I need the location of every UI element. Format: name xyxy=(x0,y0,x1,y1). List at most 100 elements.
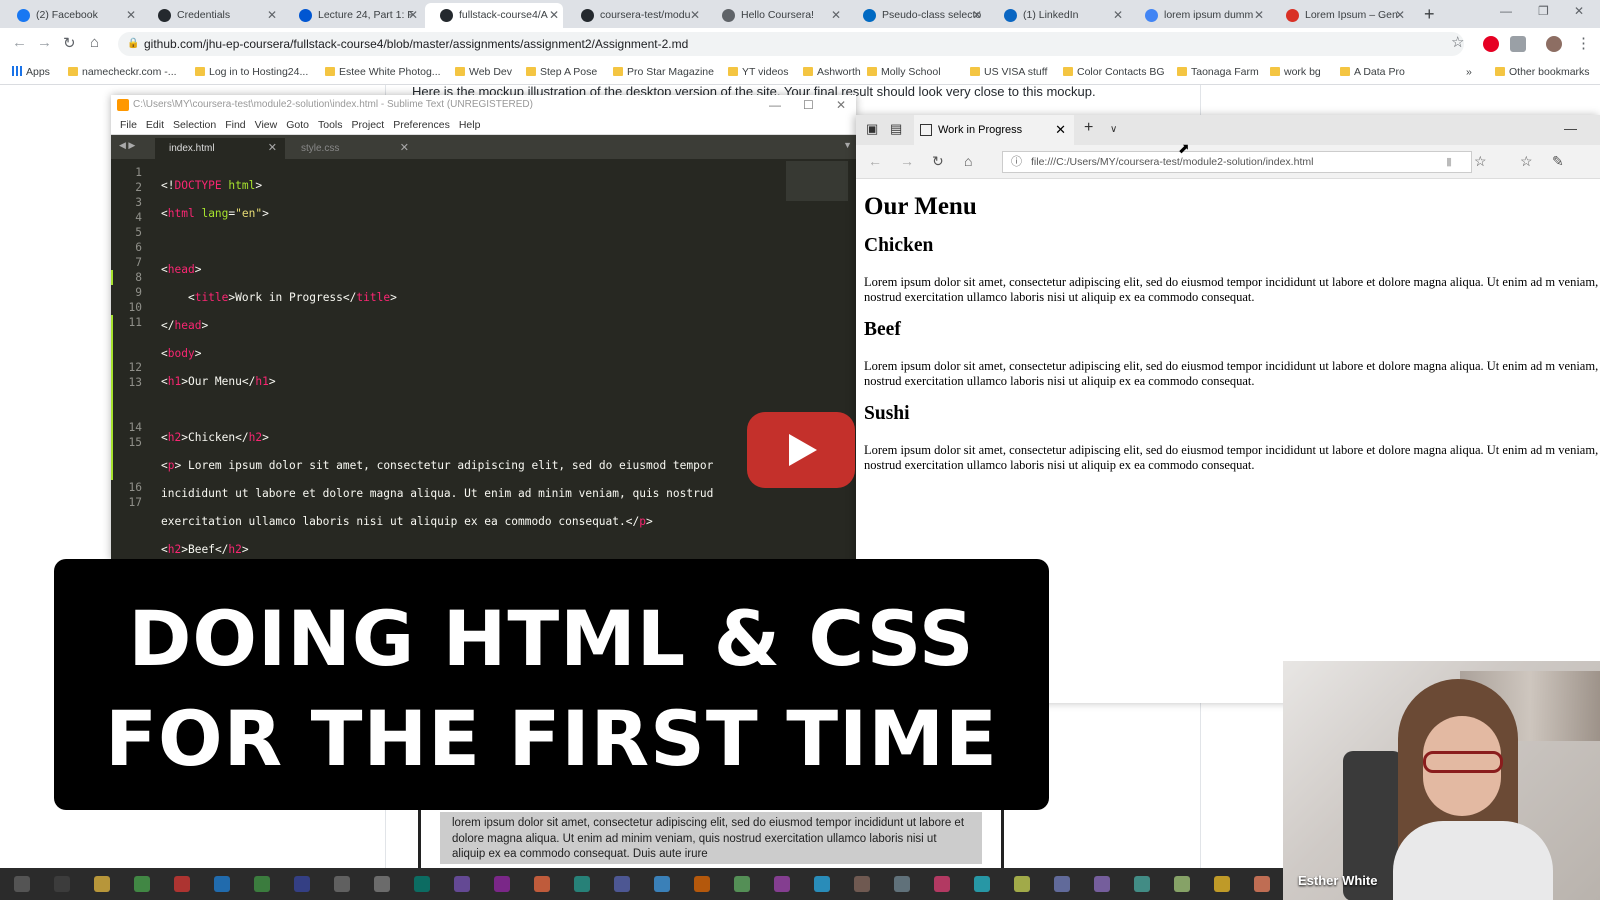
bookmark-item[interactable]: Log in to Hosting24... xyxy=(195,64,308,80)
favorite-star-icon[interactable]: ☆ xyxy=(1474,153,1487,170)
close-tab-icon[interactable]: ✕ xyxy=(972,3,982,28)
bookmark-item[interactable]: work bg xyxy=(1270,64,1321,80)
refresh-icon[interactable]: ↻ xyxy=(932,153,944,170)
home-icon[interactable]: ⌂ xyxy=(90,34,99,51)
minimize-icon[interactable]: — xyxy=(1564,121,1577,136)
taskbar-app-icon[interactable] xyxy=(454,876,470,892)
taskbar-app-icon[interactable] xyxy=(414,876,430,892)
taskbar-app-icon[interactable] xyxy=(534,876,550,892)
taskbar-app-icon[interactable] xyxy=(694,876,710,892)
bookmark-item[interactable]: Pro Star Magazine xyxy=(613,64,714,80)
close-tab-icon[interactable]: ✕ xyxy=(1254,3,1264,28)
edge-tab-work-in-progress[interactable]: Work in Progress ✕ xyxy=(914,115,1074,145)
maximize-icon[interactable]: ☐ xyxy=(803,95,814,115)
bookmark-item[interactable]: YT videos xyxy=(728,64,789,80)
taskbar-app-icon[interactable] xyxy=(1174,876,1190,892)
reload-icon[interactable]: ↻ xyxy=(63,34,76,52)
taskbar-app-icon[interactable] xyxy=(1094,876,1110,892)
taskbar-app-icon[interactable] xyxy=(774,876,790,892)
bookmark-item[interactable]: Web Dev xyxy=(455,64,512,80)
tab-style-css[interactable]: style.css ✕ xyxy=(287,138,417,159)
tab-index-html[interactable]: index.html ✕ xyxy=(155,138,285,159)
other-bookmarks[interactable]: Other bookmarks xyxy=(1495,64,1590,80)
forward-icon[interactable]: → xyxy=(37,34,52,51)
taskbar-app-icon[interactable] xyxy=(14,876,30,892)
close-window-icon[interactable]: ✕ xyxy=(1574,4,1584,18)
profile-avatar[interactable] xyxy=(1546,36,1562,52)
bookmark-item[interactable]: US VISA stuff xyxy=(970,64,1047,80)
home-icon[interactable]: ⌂ xyxy=(964,153,972,169)
taskbar-app-icon[interactable] xyxy=(734,876,750,892)
tab-list-chevron-icon[interactable]: ∨ xyxy=(1110,124,1117,135)
menu-item-help[interactable]: Help xyxy=(459,119,481,131)
reading-view-icon[interactable]: ▮ xyxy=(1446,155,1452,168)
taskbar-app-icon[interactable] xyxy=(1054,876,1070,892)
cast-icon[interactable] xyxy=(1510,36,1526,52)
chrome-tab[interactable]: Credentials ✕ xyxy=(143,3,281,28)
taskbar-app-icon[interactable] xyxy=(1014,876,1030,892)
address-bar[interactable]: 🔒 github.com/jhu-ep-coursera/fullstack-c… xyxy=(118,32,1464,56)
bookmark-star-icon[interactable]: ☆ xyxy=(1451,33,1464,51)
code-editor[interactable]: 1 2 3 4 5 6 7 8 9 10 11 12 13 14 15 16 17 <!DOCTYPE html… xyxy=(111,159,856,808)
taskbar-app-icon[interactable] xyxy=(94,876,110,892)
apps-shortcut[interactable]: Apps xyxy=(12,64,50,80)
taskbar-app-icon[interactable] xyxy=(54,876,70,892)
play-button[interactable] xyxy=(747,412,855,488)
tab-set-aside-icon[interactable]: ▣ xyxy=(866,121,878,137)
bookmark-item[interactable]: A Data Pro xyxy=(1340,64,1405,80)
bookmark-item[interactable]: Step A Pose xyxy=(526,64,597,80)
close-tab-icon[interactable]: ✕ xyxy=(549,3,559,28)
menu-item-file[interactable]: File xyxy=(120,119,137,131)
taskbar-app-icon[interactable] xyxy=(1134,876,1150,892)
chrome-tab[interactable]: Lecture 24, Part 1: F ✕ xyxy=(284,3,422,28)
menu-item-tools[interactable]: Tools xyxy=(318,119,343,131)
minimize-icon[interactable]: — xyxy=(769,95,781,115)
taskbar-app-icon[interactable] xyxy=(214,876,230,892)
taskbar-app-icon[interactable] xyxy=(654,876,670,892)
close-tab-icon[interactable]: ✕ xyxy=(126,3,136,28)
close-tab-icon[interactable]: ✕ xyxy=(1113,3,1123,28)
chrome-tab[interactable]: Lorem Ipsum – Gen ✕ xyxy=(1271,3,1409,28)
more-bookmarks-icon[interactable]: » xyxy=(1466,64,1472,80)
menu-item-goto[interactable]: Goto xyxy=(286,119,309,131)
tab-preview-icon[interactable]: ▤ xyxy=(890,121,902,137)
taskbar-app-icon[interactable] xyxy=(254,876,270,892)
taskbar-app-icon[interactable] xyxy=(854,876,870,892)
minimap[interactable] xyxy=(786,161,848,201)
restore-icon[interactable]: ❐ xyxy=(1538,4,1549,18)
tab-nav-arrows-icon[interactable]: ◀ ▶ xyxy=(119,140,135,151)
bookmark-item[interactable]: namecheckr.com -... xyxy=(68,64,177,80)
menu-icon[interactable]: ⋮ xyxy=(1576,34,1591,52)
taskbar-app-icon[interactable] xyxy=(1254,876,1270,892)
favorites-hub-icon[interactable]: ☆ xyxy=(1520,153,1533,170)
close-tab-icon[interactable]: ✕ xyxy=(690,3,700,28)
bookmark-item[interactable]: Estee White Photog... xyxy=(325,64,441,80)
chrome-tab[interactable]: (1) LinkedIn ✕ xyxy=(989,3,1127,28)
tab-dropdown-icon[interactable]: ▼ xyxy=(843,140,852,150)
close-tab-icon[interactable]: ✕ xyxy=(1395,3,1405,28)
bookmark-item[interactable]: Taonaga Farm xyxy=(1177,64,1259,80)
forward-icon[interactable]: → xyxy=(900,153,914,169)
taskbar-app-icon[interactable] xyxy=(334,876,350,892)
menu-item-edit[interactable]: Edit xyxy=(146,119,164,131)
menu-item-project[interactable]: Project xyxy=(352,119,385,131)
close-tab-icon[interactable]: ✕ xyxy=(408,3,418,28)
taskbar-app-icon[interactable] xyxy=(294,876,310,892)
close-tab-icon[interactable]: ✕ xyxy=(268,138,277,159)
web-note-icon[interactable]: ✎ xyxy=(1552,153,1564,170)
close-tab-icon[interactable]: ✕ xyxy=(1055,115,1066,145)
taskbar-app-icon[interactable] xyxy=(614,876,630,892)
close-tab-icon[interactable]: ✕ xyxy=(267,3,277,28)
new-tab-icon[interactable]: + xyxy=(1084,119,1093,137)
minimize-icon[interactable]: — xyxy=(1500,4,1512,18)
chrome-tab[interactable]: Pseudo-class selecto ✕ xyxy=(848,3,986,28)
chrome-tab[interactable]: Hello Coursera! ✕ xyxy=(707,3,845,28)
taskbar-app-icon[interactable] xyxy=(574,876,590,892)
chrome-tab[interactable]: fullstack-course4/A ✕ xyxy=(425,3,563,28)
menu-item-selection[interactable]: Selection xyxy=(173,119,216,131)
menu-item-find[interactable]: Find xyxy=(225,119,245,131)
taskbar-app-icon[interactable] xyxy=(494,876,510,892)
bookmark-item[interactable]: Ashworth xyxy=(803,64,861,80)
taskbar-app-icon[interactable] xyxy=(1214,876,1230,892)
chrome-tab[interactable]: lorem ipsum dumm ✕ xyxy=(1130,3,1268,28)
